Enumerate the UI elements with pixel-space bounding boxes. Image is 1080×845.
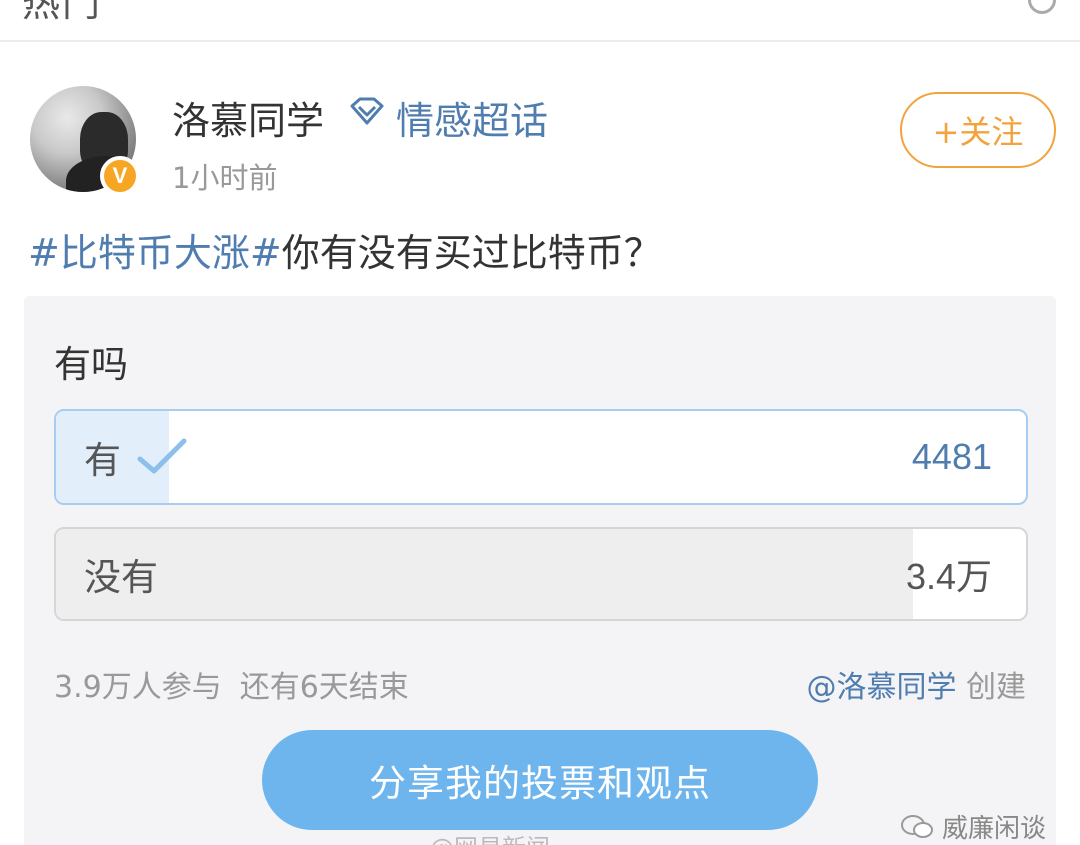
wechat-icon bbox=[900, 814, 933, 838]
verified-badge-icon: V bbox=[100, 156, 140, 196]
poll-option-yes[interactable]: 有 4481 bbox=[54, 409, 1028, 505]
poll-remaining: 还有6天结束 bbox=[239, 670, 409, 705]
poll-title: 有吗 bbox=[54, 343, 128, 386]
share-vote-button[interactable]: 分享我的投票和观点 bbox=[262, 730, 818, 830]
hashtag-link[interactable]: #比特币大涨# bbox=[28, 231, 282, 275]
diamond-icon bbox=[350, 97, 384, 125]
poll-option-no[interactable]: 没有 3.4万 bbox=[54, 527, 1028, 621]
weibo-post-page: 热门 V 洛慕同学 情感超话 1小时前 +关注 #比特币大涨#你有没有买过比特币… bbox=[0, 0, 1080, 845]
poll-creator: @洛慕同学 创建 bbox=[806, 662, 1026, 706]
follow-button[interactable]: +关注 bbox=[900, 92, 1056, 168]
creator-suffix: 创建 bbox=[966, 670, 1026, 705]
check-icon bbox=[137, 438, 187, 474]
tab-hot[interactable]: 热门 bbox=[22, 0, 102, 27]
search-icon[interactable] bbox=[1028, 0, 1056, 14]
post-text: #比特币大涨#你有没有买过比特币？ bbox=[28, 222, 662, 277]
watermark-label: 威廉闲谈 bbox=[941, 814, 1046, 844]
poll-option-label: 没有 bbox=[84, 556, 158, 599]
poll-option-fill bbox=[56, 529, 914, 619]
watermark: 威廉闲谈 bbox=[900, 808, 1046, 845]
watermark-bottom-text: @网易新闻 bbox=[430, 828, 550, 845]
supertopic-link[interactable]: 情感超话 bbox=[396, 90, 548, 145]
poll-option-count: 3.4万 bbox=[905, 556, 992, 597]
top-tab-bar: 热门 bbox=[0, 0, 1080, 42]
username[interactable]: 洛慕同学 bbox=[172, 90, 324, 145]
post-time: 1小时前 bbox=[172, 161, 278, 195]
poll-card: 有吗 有 4481 没有 3.4万 3.9万人参与 还有6天结束 @洛慕同学 创建… bbox=[24, 296, 1056, 845]
post-body: 你有没有买过比特币？ bbox=[281, 231, 662, 275]
poll-meta: 3.9万人参与 还有6天结束 bbox=[54, 662, 409, 706]
creator-mention[interactable]: @洛慕同学 bbox=[806, 670, 956, 705]
poll-option-count: 4481 bbox=[911, 436, 992, 477]
poll-option-label: 有 bbox=[84, 439, 121, 482]
poll-participants: 3.9万人参与 bbox=[54, 670, 222, 705]
